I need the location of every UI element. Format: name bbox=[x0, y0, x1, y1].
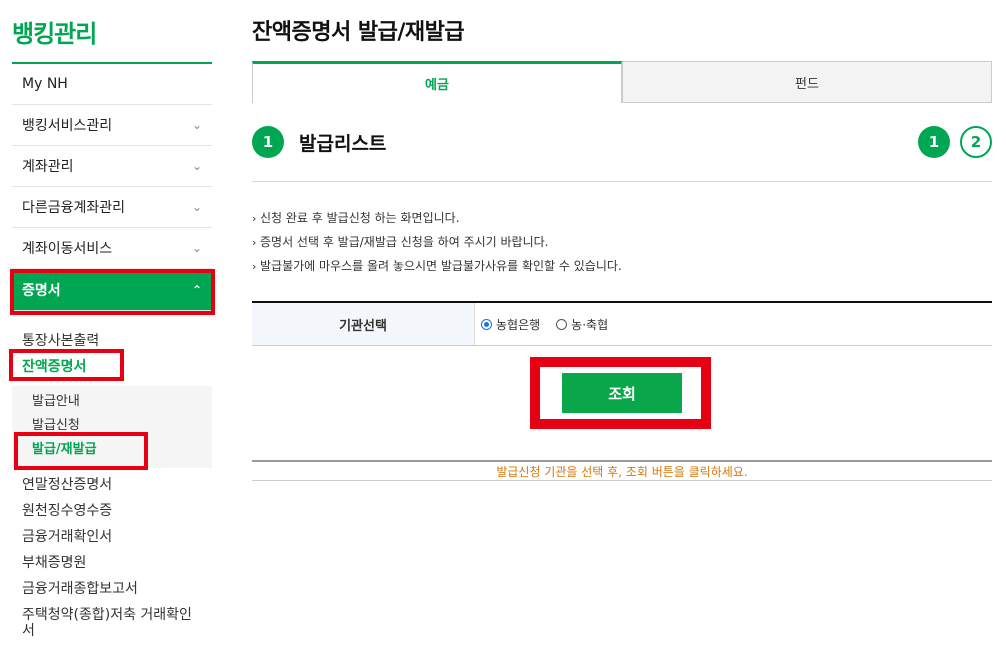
tab-deposit[interactable]: 예금 bbox=[252, 61, 622, 103]
sidebar-item-label: 계좌이동서비스 bbox=[22, 241, 113, 257]
step-indicator-current: 1 bbox=[918, 126, 950, 158]
submenu-item-year-end[interactable]: 연말정산증명서 bbox=[12, 472, 212, 498]
sidebar-menu: My NH 뱅킹서비스관리 ⌄ 계좌관리 ⌄ 다른금융계좌관리 ⌄ 계좌이동서비… bbox=[12, 62, 212, 311]
institution-select-table: 기관선택 농협은행 농·축협 bbox=[252, 301, 992, 346]
sidebar-item-account-transfer[interactable]: 계좌이동서비스 ⌄ bbox=[12, 228, 212, 269]
page-title: 잔액증명서 발급/재발급 bbox=[252, 20, 465, 45]
radio-checked-icon[interactable] bbox=[481, 318, 492, 330]
sidebar-item-banking-service[interactable]: 뱅킹서비스관리 ⌄ bbox=[12, 105, 212, 146]
submenu-children: 발급안내 발급신청 발급/재발급 bbox=[12, 386, 212, 468]
sidebar-item-certificates[interactable]: 증명서 ⌃ bbox=[12, 269, 212, 311]
institution-radio-group: 농협은행 농·축협 bbox=[475, 303, 992, 345]
submenu-item-debt-certificate[interactable]: 부채증명원 bbox=[12, 550, 212, 576]
sidebar-item-label: 다른금융계좌관리 bbox=[22, 200, 126, 216]
submenu-item-withholding[interactable]: 원천징수영수증 bbox=[12, 498, 212, 524]
submenu-tail: 연말정산증명서 원천징수영수증 금융거래확인서 부채증명원 금융거래종합보고서 … bbox=[12, 472, 212, 639]
result-message: 발급신청 기관을 선택 후, 조회 버튼을 클릭하세요. bbox=[252, 460, 992, 481]
submenu-item-housing-savings[interactable]: 주택청약(종합)저축 거래확인서 bbox=[12, 602, 202, 639]
sidebar-item-label: 뱅킹서비스관리 bbox=[22, 118, 113, 134]
sidebar-item-label: My NH bbox=[22, 76, 68, 92]
sidebar-item-other-account[interactable]: 다른금융계좌관리 ⌄ bbox=[12, 187, 212, 228]
radio-unchecked-icon[interactable] bbox=[556, 318, 568, 330]
submenu-item-financial-confirmation[interactable]: 금융거래확인서 bbox=[12, 524, 212, 550]
chevron-down-icon: ⌄ bbox=[191, 200, 202, 214]
divider bbox=[252, 181, 992, 182]
institution-select-label: 기관선택 bbox=[252, 303, 475, 345]
sidebar-item-label: 계좌관리 bbox=[22, 159, 74, 175]
submenu-child-guide[interactable]: 발급안내 bbox=[12, 390, 212, 414]
notice-item: › 신청 완료 후 발급신청 하는 화면입니다. bbox=[252, 209, 992, 233]
chevron-down-icon: ⌄ bbox=[191, 118, 202, 132]
sidebar-item-my-nh[interactable]: My NH bbox=[12, 64, 212, 105]
bullet-arrow-icon: › bbox=[252, 212, 257, 225]
submenu-item-bankbook-copy[interactable]: 통장사본출력 bbox=[12, 328, 212, 354]
sidebar-brand: 뱅킹관리 bbox=[12, 20, 97, 48]
tab-fund[interactable]: 펀드 bbox=[622, 61, 992, 103]
submenu-item-financial-report[interactable]: 금융거래종합보고서 bbox=[12, 576, 212, 602]
notice-list: › 신청 완료 후 발급신청 하는 화면입니다. › 증명서 선택 후 발급/재발급… bbox=[252, 209, 992, 281]
bullet-arrow-icon: › bbox=[252, 260, 257, 273]
chevron-up-icon: ⌃ bbox=[191, 282, 202, 297]
sidebar-item-account[interactable]: 계좌관리 ⌄ bbox=[12, 146, 212, 187]
submenu-item-balance-certificate[interactable]: 잔액증명서 bbox=[12, 354, 212, 380]
notice-item: › 발급불가에 마우스를 올려 놓으시면 발급불가사유를 확인할 수 있습니다. bbox=[252, 257, 992, 281]
notice-item: › 증명서 선택 후 발급/재발급 신청을 하여 주시기 바랍니다. bbox=[252, 233, 992, 257]
chevron-down-icon: ⌄ bbox=[191, 159, 202, 173]
step-indicator-next: 2 bbox=[960, 126, 992, 158]
search-button[interactable]: 조회 bbox=[562, 373, 682, 413]
step-number-badge: 1 bbox=[252, 126, 284, 158]
submenu-child-issue-reissue[interactable]: 발급/재발급 bbox=[12, 438, 212, 462]
step-title: 발급리스트 bbox=[299, 133, 387, 155]
radio-nh-bank[interactable]: 농협은행 bbox=[481, 316, 540, 333]
bullet-arrow-icon: › bbox=[252, 236, 257, 249]
sidebar-item-label: 증명서 bbox=[22, 282, 61, 299]
submenu-child-apply[interactable]: 발급신청 bbox=[12, 414, 212, 438]
tab-bar: 예금 펀드 bbox=[252, 61, 992, 103]
sidebar-submenu: 통장사본출력 잔액증명서 발급안내 발급신청 발급/재발급 연말정산증명서 원천… bbox=[12, 328, 212, 639]
step-header: 1 발급리스트 1 2 bbox=[252, 126, 992, 158]
chevron-down-icon: ⌄ bbox=[191, 241, 202, 255]
radio-nh-cooperative[interactable]: 농·축협 bbox=[556, 316, 608, 333]
